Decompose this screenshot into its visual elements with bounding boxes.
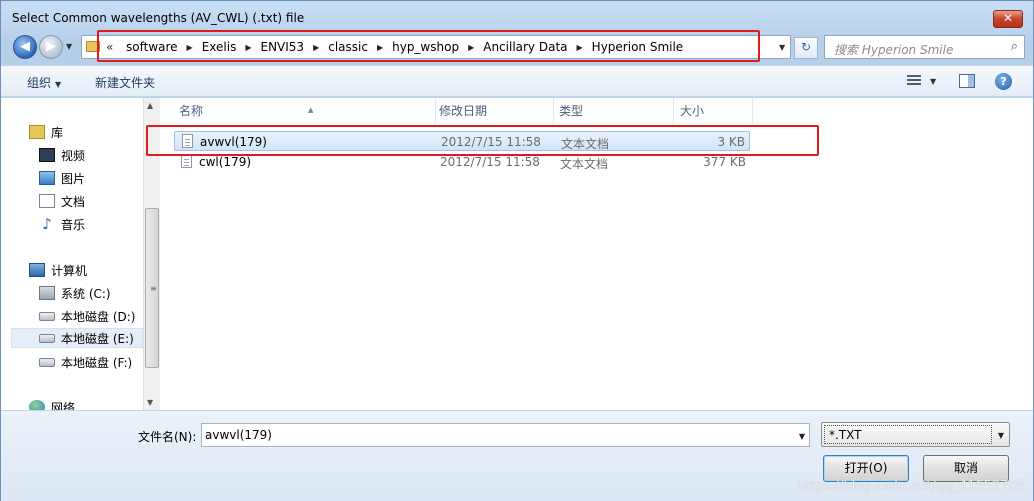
title-bar: Select Common wavelengths (AV_CWL) (.txt… bbox=[1, 1, 1033, 33]
sidebar-item-label: 本地磁盘 (D:) bbox=[61, 309, 136, 324]
close-button[interactable]: ✕ bbox=[993, 10, 1023, 28]
column-header-label: 名称 bbox=[179, 104, 204, 118]
search-placeholder: 搜索 Hyperion Smile bbox=[834, 43, 954, 57]
open-button[interactable]: 打开(O) bbox=[823, 455, 909, 482]
filename-value: avwvl(179) bbox=[205, 428, 272, 442]
sidebar-item-drive-d[interactable]: 本地磁盘 (D:) bbox=[39, 306, 135, 326]
file-type-filter-select[interactable]: *.TXT ▼ bbox=[821, 422, 1010, 447]
file-type: 文本文档 bbox=[560, 157, 609, 171]
file-dialog-window: Select Common wavelengths (AV_CWL) (.txt… bbox=[0, 0, 1034, 501]
filter-focus-ring: *.TXT bbox=[824, 425, 992, 444]
sidebar-item-label: 文档 bbox=[61, 194, 86, 209]
column-header-label: 类型 bbox=[559, 104, 584, 118]
drive-icon bbox=[39, 311, 55, 321]
sidebar-item-label: 本地磁盘 (F:) bbox=[61, 355, 133, 370]
sidebar-item-network[interactable]: 网络 bbox=[29, 397, 75, 410]
sidebar-item-pictures[interactable]: 图片 bbox=[39, 168, 85, 188]
system-drive-icon bbox=[39, 286, 55, 300]
sidebar-item-label: 视频 bbox=[61, 148, 86, 163]
forward-button[interactable]: ▶ bbox=[39, 35, 63, 59]
cancel-button[interactable]: 取消 bbox=[923, 455, 1009, 482]
sidebar-item-label: 音乐 bbox=[61, 217, 86, 232]
help-icon[interactable]: ? bbox=[995, 73, 1012, 90]
watermark-text: https://blog.csdn.net/qq_41652705 bbox=[796, 479, 1025, 494]
documents-icon bbox=[39, 194, 55, 208]
file-highlight-outline bbox=[146, 125, 819, 156]
sidebar-item-label: 网络 bbox=[51, 400, 76, 411]
column-header-size[interactable]: 大小 bbox=[673, 98, 753, 124]
window-title: Select Common wavelengths (AV_CWL) (.txt… bbox=[12, 11, 305, 25]
sidebar-item-videos[interactable]: 视频 bbox=[39, 145, 85, 165]
scroll-up-arrow-icon[interactable]: ▲ bbox=[147, 101, 153, 110]
chevron-down-icon: ▼ bbox=[55, 80, 62, 89]
computer-icon bbox=[29, 263, 45, 277]
file-date: 2012/7/15 11:58 bbox=[440, 155, 540, 169]
sidebar-item-drive-e[interactable]: 本地磁盘 (E:) bbox=[11, 328, 143, 348]
filter-dropdown-icon[interactable]: ▼ bbox=[998, 431, 1004, 440]
drive-icon bbox=[39, 357, 55, 367]
video-icon bbox=[39, 148, 55, 162]
column-header-label: 修改日期 bbox=[439, 104, 488, 118]
organize-label: 组织 bbox=[27, 76, 52, 90]
sidebar-item-label: 计算机 bbox=[51, 263, 88, 278]
view-options-icon[interactable] bbox=[907, 75, 921, 87]
refresh-button[interactable]: ↻ bbox=[794, 37, 818, 59]
history-dropdown-icon[interactable]: ▼ bbox=[66, 42, 72, 51]
sidebar-item-music[interactable]: ♪ 音乐 bbox=[39, 214, 85, 234]
drive-icon bbox=[39, 333, 55, 343]
filename-input[interactable]: avwvl(179) ▼ bbox=[201, 423, 810, 447]
music-icon: ♪ bbox=[42, 215, 52, 233]
command-toolbar: 组织 ▼ 新建文件夹 ▼ ? bbox=[1, 65, 1033, 97]
network-icon bbox=[29, 400, 45, 410]
dialog-footer: 文件名(N): avwvl(179) ▼ *.TXT ▼ 打开(O) 取消 ht… bbox=[1, 410, 1033, 501]
view-dropdown-icon[interactable]: ▼ bbox=[930, 77, 936, 86]
column-header-name[interactable]: 名称 ▲ bbox=[172, 98, 436, 124]
pictures-icon bbox=[39, 171, 55, 185]
search-icon[interactable]: ⌕ bbox=[1011, 39, 1018, 54]
sidebar-item-drive-c[interactable]: 系统 (C:) bbox=[39, 283, 111, 303]
sidebar-item-label: 图片 bbox=[61, 171, 86, 186]
address-dropdown-icon[interactable]: ▼ bbox=[779, 43, 785, 52]
sort-arrow-icon: ▲ bbox=[308, 106, 314, 114]
sidebar-item-libraries[interactable]: 库 bbox=[29, 122, 63, 142]
search-input[interactable]: 搜索 Hyperion Smile ⌕ bbox=[824, 35, 1025, 59]
sidebar-item-documents[interactable]: 文档 bbox=[39, 191, 85, 211]
column-header-type[interactable]: 类型 bbox=[552, 98, 674, 124]
filename-label: 文件名(N): bbox=[138, 430, 197, 444]
library-icon bbox=[29, 125, 45, 139]
address-highlight-outline bbox=[97, 30, 760, 62]
scrollbar-thumb[interactable]: ≡ bbox=[145, 208, 159, 368]
file-name: cwl(179) bbox=[199, 155, 252, 169]
text-file-icon bbox=[181, 154, 192, 168]
grip-icon: ≡ bbox=[150, 284, 157, 293]
sidebar-item-label: 库 bbox=[51, 125, 64, 140]
filename-dropdown-icon[interactable]: ▼ bbox=[799, 432, 805, 441]
sidebar-item-label: 系统 (C:) bbox=[61, 286, 111, 301]
sidebar-item-drive-f[interactable]: 本地磁盘 (F:) bbox=[39, 352, 132, 372]
organize-menu[interactable]: 组织 ▼ bbox=[27, 74, 61, 91]
file-size: 377 KB bbox=[703, 155, 746, 169]
sidebar-item-label: 本地磁盘 (E:) bbox=[61, 331, 134, 346]
preview-pane-icon[interactable] bbox=[959, 74, 975, 88]
scroll-down-arrow-icon[interactable]: ▼ bbox=[147, 398, 153, 407]
column-header-date[interactable]: 修改日期 bbox=[432, 98, 554, 124]
filter-value: *.TXT bbox=[829, 428, 862, 442]
new-folder-button[interactable]: 新建文件夹 bbox=[95, 74, 155, 91]
navigation-pane: 库 视频 图片 文档 ♪ 音乐 计算机 系统 (C:) 本地磁盘 (D:) 本地… bbox=[1, 98, 160, 410]
column-header-label: 大小 bbox=[680, 104, 705, 118]
sidebar-item-computer[interactable]: 计算机 bbox=[29, 260, 87, 280]
back-button[interactable]: ◀ bbox=[13, 35, 37, 59]
